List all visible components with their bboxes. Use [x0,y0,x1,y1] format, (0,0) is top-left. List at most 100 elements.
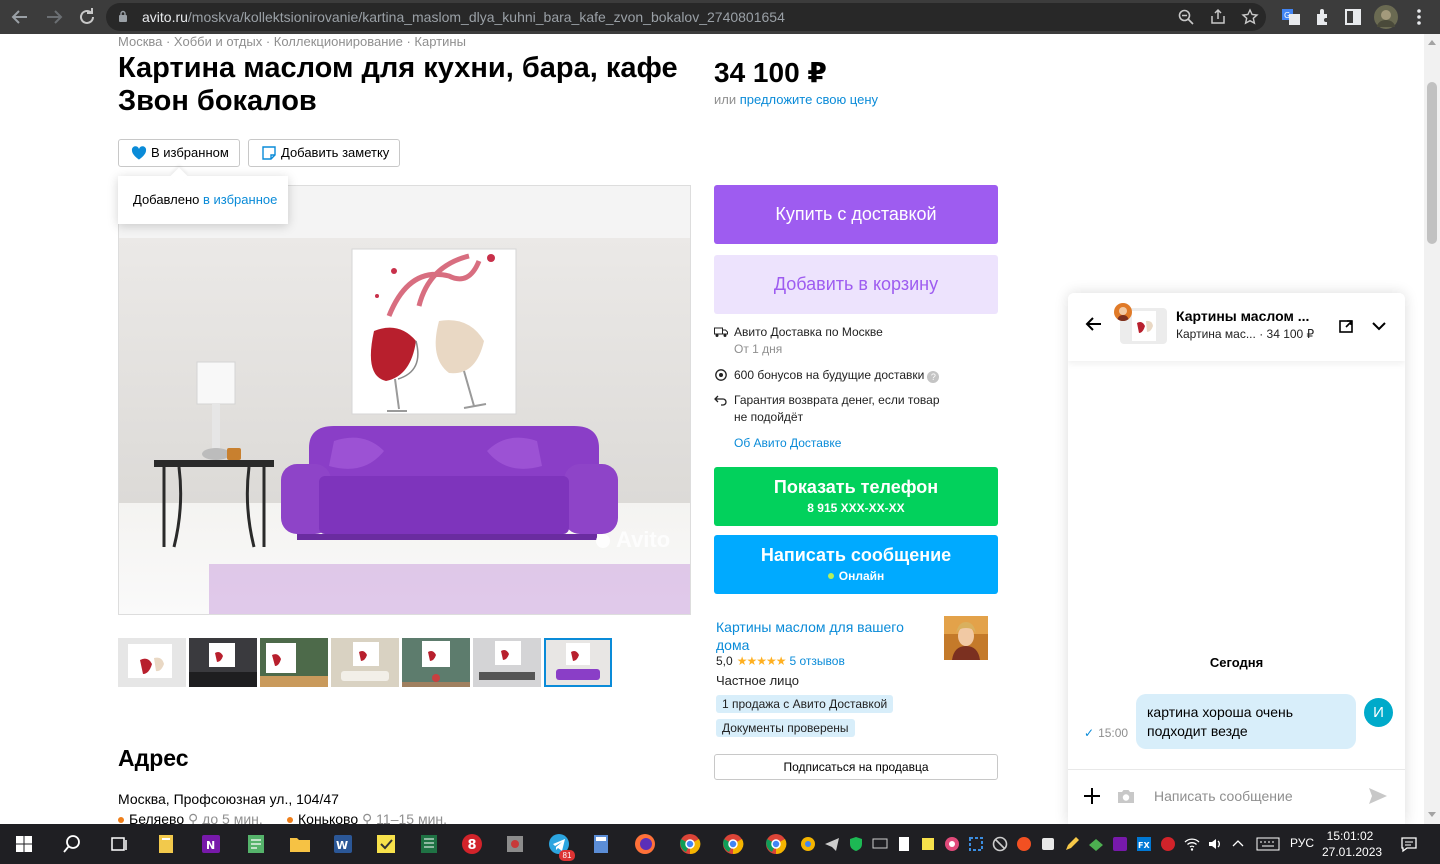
photo-thumbnail[interactable] [118,638,186,687]
seller-rating: 5,0 ★★★★★ 5 отзывов [716,654,845,668]
address-bar[interactable]: avito.ru/moskva/kollektsionirovanie/kart… [106,3,1266,31]
search-icon[interactable] [58,830,86,858]
word-icon[interactable]: W [329,830,357,858]
calculator-icon[interactable] [587,830,615,858]
favorite-tooltip: Добавлено в избранное [118,176,288,224]
tray-snip-icon[interactable] [968,836,984,852]
tray-record-icon[interactable] [944,836,960,852]
tray-app-icon[interactable] [1040,836,1056,852]
photo-thumbnail[interactable] [473,638,541,687]
notifications-icon[interactable] [1400,835,1418,853]
breadcrumb[interactable]: Москва · Хобби и отдых · Коллекционирова… [118,34,466,49]
utility-app-icon[interactable] [501,830,529,858]
tray-app-icon[interactable] [800,836,816,852]
chat-title: Картины маслом ... [1176,308,1310,324]
sticky-notes-icon[interactable] [372,830,400,858]
scroll-up-arrow-icon[interactable] [1428,40,1436,45]
about-delivery-link[interactable]: Об Авито Доставке [734,435,841,452]
reload-icon[interactable] [75,5,99,29]
favorites-link[interactable]: в избранное [203,192,277,207]
chrome-profile-icon[interactable] [719,830,747,858]
price-offer: или предложите свою цену [714,92,879,107]
photo-thumbnail[interactable] [189,638,257,687]
svg-text:N: N [206,839,215,852]
expand-chat-icon[interactable] [1337,317,1355,335]
share-icon[interactable] [1209,8,1227,26]
translate-extension-icon[interactable]: G [1280,6,1302,28]
firefox-icon[interactable] [631,830,659,858]
favorite-button[interactable]: В избранном [118,139,240,167]
listing-price: 34 100 ₽ [714,57,827,88]
scroll-down-arrow-icon[interactable] [1428,812,1436,817]
seller-badge: 1 продажа с Авито Доставкой [716,695,894,713]
photo-thumbnail[interactable] [260,638,328,687]
reviews-link[interactable]: 5 отзывов [789,654,844,668]
tray-document-icon[interactable] [896,836,912,852]
volume-icon[interactable] [1207,836,1223,852]
bookmark-star-icon[interactable] [1241,8,1259,26]
folder-icon[interactable] [286,830,314,858]
send-icon[interactable] [1368,787,1388,805]
wifi-icon[interactable] [1184,836,1200,852]
svg-text:FX: FX [1138,841,1150,850]
chat-subtitle: Картина мас... · 34 100 ₽ [1176,327,1315,341]
walk-icon: ⚲ [362,811,373,824]
clock[interactable]: 15:01:02 27.01.2023 [1322,828,1382,860]
add-to-cart-button[interactable]: Добавить в корзину [714,255,998,314]
seller-avatar[interactable] [944,616,988,660]
windows-start-icon[interactable] [10,830,38,858]
photo-thumbnail[interactable] [331,638,399,687]
chrome-profile-icon[interactable] [762,830,790,858]
app-8-icon[interactable]: 8 [458,830,486,858]
tray-telegram-icon[interactable] [824,836,840,852]
url-text: avito.ru/moskva/kollektsionirovanie/kart… [142,9,785,25]
tray-app-icon[interactable] [1016,836,1032,852]
chat-message-input[interactable] [1154,782,1354,810]
subscribe-seller-button[interactable]: Подписаться на продавца [714,754,998,780]
user-avatar: И [1364,698,1393,727]
onenote-icon[interactable]: N [197,830,225,858]
tray-fx-icon[interactable]: FX [1136,836,1152,852]
show-phone-button[interactable]: Показать телефон 8 915 XXX-XX-XX [714,467,998,526]
scrollbar-thumb[interactable] [1427,82,1437,244]
add-note-button[interactable]: Добавить заметку [248,139,401,167]
tray-notes-icon[interactable] [920,836,936,852]
photo-thumbnail-active[interactable] [544,638,612,687]
photo-thumbnail[interactable] [402,638,470,687]
help-icon[interactable]: ? [927,371,940,383]
camera-icon[interactable] [1116,788,1136,804]
side-panel-icon[interactable] [1342,6,1364,28]
seller-name-link[interactable]: Картины маслом для вашего дома [716,618,926,654]
keyboard-icon[interactable] [1256,836,1280,852]
attach-plus-icon[interactable] [1082,786,1102,806]
listing-page: Москва · Хобби и отдых · Коллекционирова… [0,34,1424,824]
back-arrow-icon[interactable] [8,5,32,29]
tray-display-icon[interactable] [872,836,888,852]
write-message-button[interactable]: Написать сообщение Онлайн [714,535,998,594]
chevron-up-icon[interactable] [1230,836,1246,852]
notepad-icon[interactable] [242,830,270,858]
tray-pencil-icon[interactable] [1064,836,1080,852]
tray-network-app-icon[interactable] [1088,836,1104,852]
extensions-puzzle-icon[interactable] [1312,6,1334,28]
chrome-icon[interactable] [676,830,704,858]
kebab-menu-icon[interactable] [1408,6,1430,28]
forward-arrow-icon[interactable] [42,5,66,29]
excel-icon[interactable] [415,830,443,858]
zoom-icon[interactable] [1177,8,1195,26]
task-view-icon[interactable] [105,830,133,858]
tray-block-icon[interactable] [992,836,1008,852]
chevron-down-icon[interactable] [1370,317,1388,335]
offer-price-link[interactable]: предложите свою цену [740,92,878,107]
profile-avatar[interactable] [1374,5,1398,29]
file-manager-icon[interactable] [152,830,180,858]
page-scrollbar[interactable] [1424,34,1440,824]
tray-shield-icon[interactable] [848,836,864,852]
back-arrow-icon[interactable] [1085,315,1103,333]
main-photo[interactable]: Avito [118,185,691,615]
tray-app-8-icon[interactable] [1160,836,1176,852]
tray-onenote-icon[interactable] [1112,836,1128,852]
svg-text:W: W [336,839,348,852]
buy-with-delivery-button[interactable]: Купить с доставкой [714,185,998,244]
input-language[interactable]: РУС [1290,836,1314,850]
